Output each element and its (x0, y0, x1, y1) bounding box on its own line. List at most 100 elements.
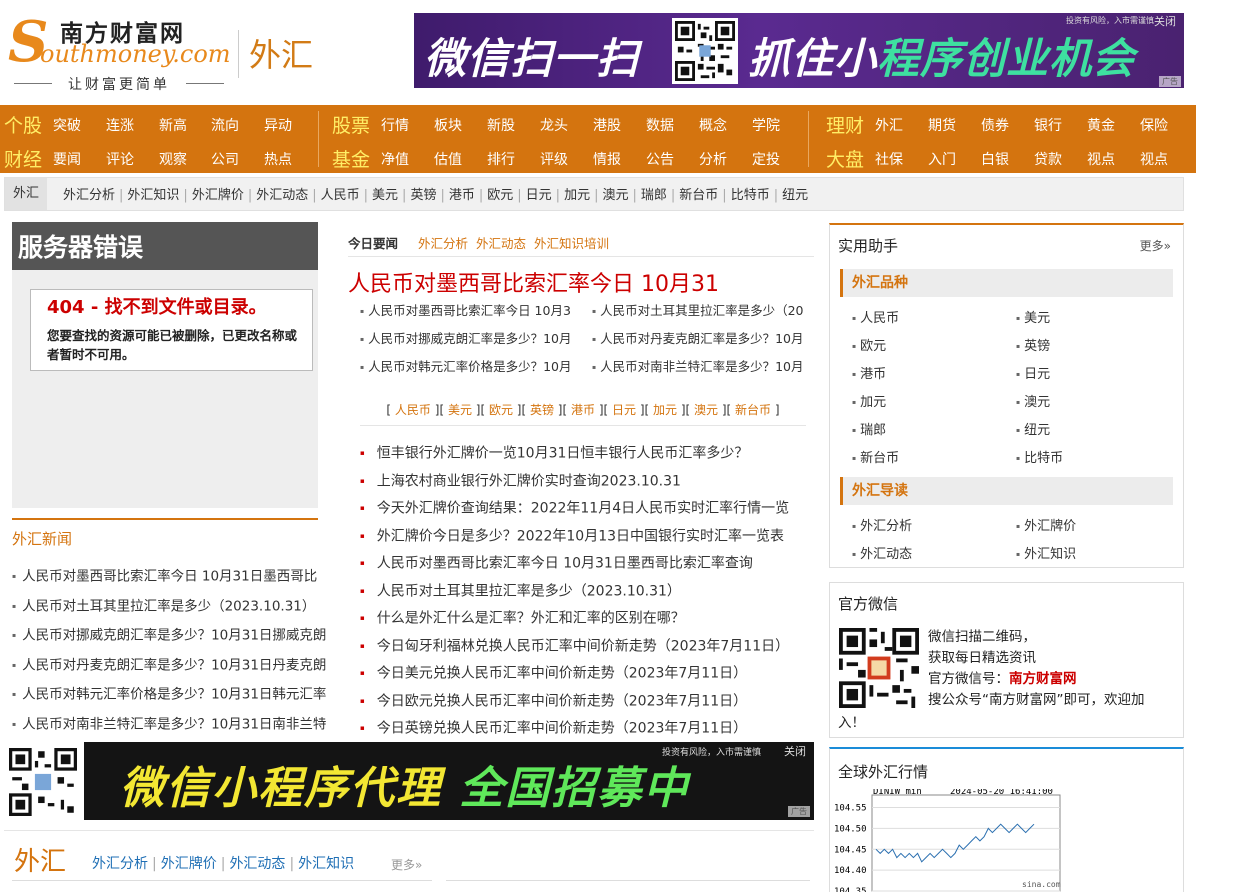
list-item[interactable]: 人民币对韩元汇率价格是多少？10月31日韩元汇率 (12, 680, 332, 710)
nav-item[interactable]: 排行 (487, 149, 515, 169)
currency-link[interactable]: 纽元 (1016, 419, 1050, 438)
currency-link[interactable]: 人民币 (852, 307, 899, 326)
list-item[interactable]: 恒丰银行外汇牌价一览10月31日恒丰银行人民币汇率多少？ (360, 440, 830, 468)
tab-forex-dynamics[interactable]: 外汇动态 (476, 233, 526, 252)
nav-item[interactable]: 异动 (264, 115, 292, 135)
nav-item[interactable]: 白银 (981, 149, 1009, 169)
currency-link[interactable]: 日元 (1016, 363, 1050, 382)
channel-title[interactable]: 外汇 (249, 30, 313, 76)
nav-item[interactable]: 新高 (159, 115, 187, 135)
nav-item[interactable]: 学院 (752, 115, 780, 135)
subnav-item[interactable]: 日元 (526, 188, 552, 203)
subnav-item[interactable]: 外汇牌价 (192, 188, 244, 203)
tab-today-news[interactable]: 今日要闻 (348, 233, 398, 252)
nav-item[interactable]: 债券 (981, 115, 1009, 135)
subnav-item[interactable]: 加元 (564, 188, 590, 203)
list-item[interactable]: 人民币对韩元汇率价格是多少？10月 (360, 356, 582, 375)
guide-link[interactable]: 外汇牌价 (1016, 515, 1076, 534)
subnav-item[interactable]: 人民币 (321, 188, 360, 203)
list-item[interactable]: 人民币对土耳其里拉汇率是多少（20 (592, 300, 814, 319)
ad-qr-icon[interactable] (6, 745, 80, 819)
nav-item[interactable]: 行情 (381, 115, 409, 135)
ad2-close-button[interactable]: 关闭 (784, 743, 806, 759)
tab-forex-training[interactable]: 外汇知识培训 (534, 233, 609, 252)
subnav-item[interactable]: 澳元 (602, 188, 628, 203)
section-link[interactable]: 外汇动态 (229, 856, 285, 872)
section-link[interactable]: 外汇知识 (298, 856, 354, 872)
nav-item[interactable]: 分析 (699, 149, 727, 169)
nav-item[interactable]: 热点 (264, 149, 292, 169)
nav-item[interactable]: 视点 (1140, 149, 1168, 169)
list-item[interactable]: 人民币对南非兰特汇率是多少？10月 (592, 356, 814, 375)
more-link[interactable]: 更多» (391, 856, 422, 873)
nav-item[interactable]: 情报 (593, 149, 621, 169)
nav-title-stocks[interactable]: 个股 (4, 111, 42, 138)
currency-link[interactable]: 日元 (612, 403, 636, 417)
currency-link[interactable]: 加元 (852, 391, 886, 410)
tab-forex-analysis[interactable]: 外汇分析 (418, 233, 468, 252)
subnav-home[interactable]: 外汇 (5, 178, 47, 210)
nav-item[interactable]: 流向 (211, 115, 239, 135)
guide-link[interactable]: 外汇知识 (1016, 543, 1076, 562)
subnav-item[interactable]: 外汇分析 (63, 188, 115, 203)
list-item[interactable]: 外汇牌价今日是多少？2022年10月13日中国银行实时汇率一览表 (360, 523, 830, 551)
section-title[interactable]: 外汇 (14, 841, 66, 878)
section-link[interactable]: 外汇分析 (92, 856, 148, 872)
list-item[interactable]: 今天外汇牌价查询结果：2022年11月4日人民币实时汇率行情一览 (360, 495, 830, 523)
currency-link[interactable]: 港币 (852, 363, 886, 382)
section-title[interactable]: 外汇新闻 (12, 528, 72, 549)
nav-item[interactable]: 新股 (487, 115, 515, 135)
forex-line-chart[interactable]: DINIW min 2024-05-20 16:41:00 sina.com 1… (832, 789, 1062, 892)
nav-item[interactable]: 社保 (875, 149, 903, 169)
nav-item[interactable]: 银行 (1034, 115, 1062, 135)
list-item[interactable]: 人民币对土耳其里拉汇率是多少（2023.10.31） (360, 578, 830, 606)
section-link[interactable]: 外汇牌价 (161, 856, 217, 872)
nav-title-market[interactable]: 大盘 (826, 145, 864, 172)
nav-item[interactable]: 连涨 (106, 115, 134, 135)
currency-link[interactable]: 澳元 (694, 403, 718, 417)
nav-item[interactable]: 板块 (434, 115, 462, 135)
nav-item[interactable]: 港股 (593, 115, 621, 135)
subnav-item[interactable]: 新台币 (679, 188, 718, 203)
currency-link[interactable]: 澳元 (1016, 391, 1050, 410)
list-item[interactable]: 上海农村商业银行外汇牌价实时查询2023.10.31 (360, 468, 830, 496)
more-link[interactable]: 更多» (1140, 237, 1171, 254)
list-item[interactable]: 人民币对墨西哥比索汇率今日 10月31日墨西哥比索汇率查询 (360, 550, 830, 578)
nav-item[interactable]: 公告 (646, 149, 674, 169)
list-item[interactable]: 人民币对丹麦克朗汇率是多少？10月31日丹麦克朗 (12, 651, 332, 681)
nav-item[interactable]: 视点 (1087, 149, 1115, 169)
nav-item[interactable]: 数据 (646, 115, 674, 135)
nav-item[interactable]: 保险 (1140, 115, 1168, 135)
nav-item[interactable]: 概念 (699, 115, 727, 135)
nav-title-funds[interactable]: 基金 (332, 145, 370, 172)
list-item[interactable]: 人民币对丹麦克朗汇率是多少？10月 (592, 328, 814, 347)
currency-link[interactable]: 加元 (653, 403, 677, 417)
list-item[interactable]: 人民币对挪威克朗汇率是多少？10月31日挪威克朗 (12, 621, 332, 651)
subnav-item[interactable]: 外汇动态 (256, 188, 308, 203)
subnav-item[interactable]: 比特币 (731, 188, 770, 203)
nav-item[interactable]: 公司 (211, 149, 239, 169)
headline[interactable]: 人民币对墨西哥比索汇率今日 10月31 (348, 266, 719, 298)
list-item[interactable]: 人民币对墨西哥比索汇率今日 10月31日墨西哥比 (12, 562, 332, 592)
subnav-item[interactable]: 英镑 (410, 188, 436, 203)
currency-link[interactable]: 新台币 (852, 447, 899, 466)
list-item[interactable]: 什么是外汇什么是汇率？外汇和汇率的区别在哪？ (360, 605, 830, 633)
list-item[interactable]: 今日欧元兑换人民币汇率中间价新走势（2023年7月11日） (360, 688, 830, 716)
currency-link[interactable]: 美元 (1016, 307, 1050, 326)
currency-link[interactable]: 英镑 (530, 403, 554, 417)
subnav-item[interactable]: 欧元 (487, 188, 513, 203)
subnav-item[interactable]: 港币 (449, 188, 475, 203)
currency-link[interactable]: 欧元 (489, 403, 513, 417)
currency-link[interactable]: 美元 (448, 403, 472, 417)
list-item[interactable]: 今日匈牙利福林兑换人民币汇率中间价新走势（2023年7月11日） (360, 633, 830, 661)
subnav-item[interactable]: 外汇知识 (127, 188, 179, 203)
nav-item[interactable]: 定投 (752, 149, 780, 169)
nav-item[interactable]: 要闻 (53, 149, 81, 169)
subnav-item[interactable]: 美元 (372, 188, 398, 203)
list-item[interactable]: 人民币对挪威克朗汇率是多少？10月 (360, 328, 582, 347)
guide-link[interactable]: 外汇动态 (852, 543, 912, 562)
currency-link[interactable]: 瑞郎 (852, 419, 886, 438)
nav-title-wealth[interactable]: 理财 (826, 111, 864, 138)
bottom-ad-banner[interactable]: 微信小程序代理 全国招募中 投资有风险，入市需谨慎 关闭 广告 (84, 742, 814, 820)
currency-link[interactable]: 港币 (571, 403, 595, 417)
